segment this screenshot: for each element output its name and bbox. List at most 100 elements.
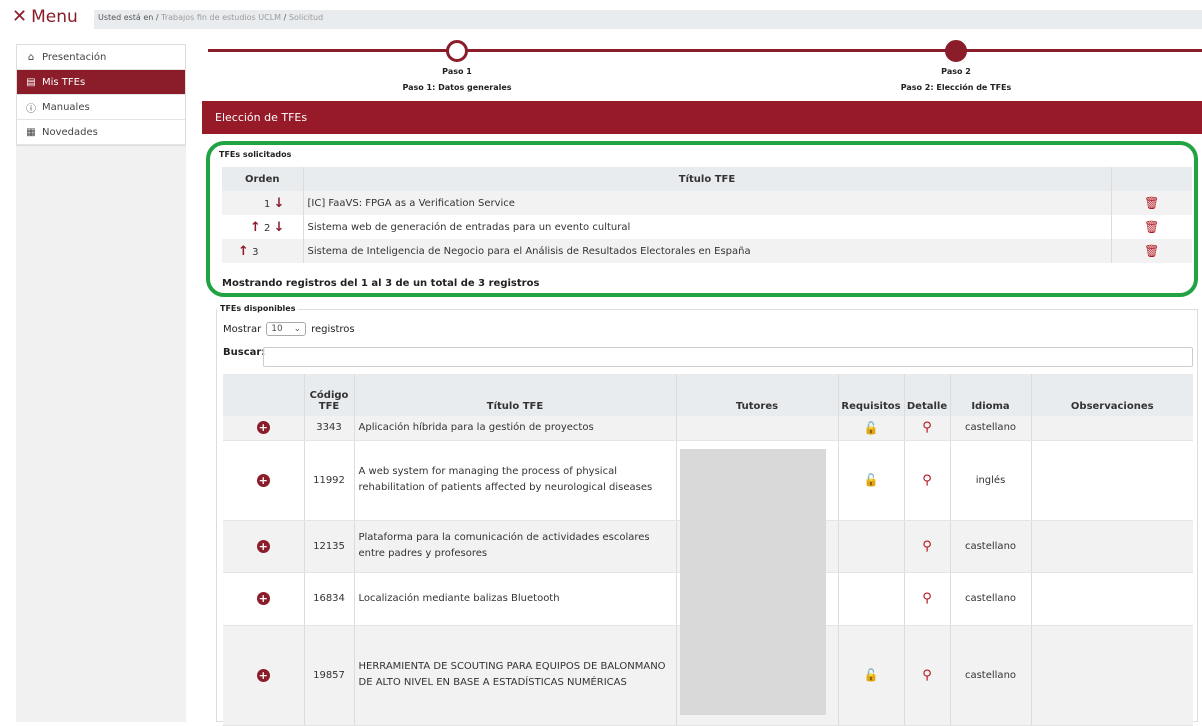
column-header-title[interactable]: Título TFE: [354, 374, 677, 416]
trash-icon[interactable]: 🗑: [1144, 220, 1159, 234]
page-length-value: 10: [271, 324, 283, 334]
search-icon[interactable]: ⚲: [922, 473, 932, 488]
search-icon[interactable]: ⚲: [922, 591, 932, 606]
breadcrumb-separator: /: [283, 13, 287, 22]
column-header-tutors[interactable]: Tutores: [676, 374, 839, 416]
order-number: 2: [264, 222, 271, 234]
arrow-up-icon[interactable]: ↑: [250, 220, 261, 235]
tfe-observations: [1031, 520, 1193, 573]
column-header-code[interactable]: Código TFE: [304, 374, 355, 416]
add-icon[interactable]: +: [256, 668, 270, 682]
step-1-number: Paso 1: [442, 67, 472, 76]
requested-title: [IC] FaaVS: FPGA as a Verification Servi…: [303, 191, 1112, 215]
tfe-tutors: [676, 416, 839, 441]
column-header-order[interactable]: Orden: [222, 167, 304, 191]
search-icon[interactable]: ⚲: [922, 668, 932, 683]
page-length-control: Mostrar 10 ⌄ registros: [223, 322, 355, 336]
requested-table: Orden Título TFE 1 ↓ [IC] FaaVS: FPGA as…: [222, 167, 1192, 263]
arrow-down-icon[interactable]: ↓: [274, 196, 285, 211]
close-icon: ✕: [12, 6, 28, 27]
sidebar-item-novedades[interactable]: ▦ Novedades: [17, 120, 185, 145]
menu-label: Menu: [31, 7, 78, 27]
order-number: 3: [252, 246, 259, 258]
breadcrumb-prefix: Usted está en /: [98, 13, 159, 22]
chevron-down-icon: ⌄: [293, 324, 302, 334]
unlock-icon[interactable]: 🔓: [864, 668, 879, 682]
tfe-code: 19857: [304, 625, 355, 726]
tfe-observations: [1031, 416, 1193, 441]
trash-icon[interactable]: 🗑: [1144, 196, 1159, 210]
unlock-icon[interactable]: 🔓: [864, 421, 879, 435]
trash-icon[interactable]: 🗑: [1144, 244, 1159, 258]
order-number: 1: [264, 198, 271, 210]
news-icon: ▦: [26, 126, 36, 138]
column-header-requirements[interactable]: Requisitos: [838, 374, 905, 416]
sidebar-item-manuales[interactable]: ⓘ Manuales: [17, 95, 185, 120]
tfe-code: 3343: [304, 416, 355, 441]
breadcrumb-current: Solicitud: [288, 13, 324, 22]
search-icon[interactable]: ⚲: [922, 420, 932, 435]
add-icon[interactable]: +: [256, 473, 270, 487]
tfe-observations: [1031, 572, 1193, 626]
column-header-language[interactable]: Idioma: [950, 374, 1032, 416]
info-icon: ⓘ: [26, 103, 36, 115]
search-icon[interactable]: ⚲: [922, 539, 932, 554]
arrow-up-icon[interactable]: ↑: [238, 244, 249, 259]
column-header-detail[interactable]: Detalle: [904, 374, 951, 416]
sidebar-item-presentacion[interactable]: ⌂ Presentación: [17, 45, 185, 70]
tfe-language: castellano: [950, 625, 1032, 726]
requested-title: Sistema web de generación de entradas pa…: [303, 215, 1112, 239]
sidebar-item-label: Mis TFEs: [42, 76, 86, 88]
step-2-label: Paso 2: Elección de TFEs: [900, 83, 1012, 92]
step-1-label: Paso 1: Datos generales: [402, 83, 512, 92]
table-row: ↑ 2 ↓ Sistema web de generación de entra…: [222, 215, 1192, 239]
tfe-code: 16834: [304, 572, 355, 626]
requested-records-info: Mostrando registros del 1 al 3 de un tot…: [222, 278, 540, 289]
tfe-requirements: [838, 572, 905, 626]
column-header-title[interactable]: Título TFE: [303, 167, 1112, 191]
tfe-code: 11992: [304, 440, 355, 521]
sidebar-item-mis-tfes[interactable]: ▤ Mis TFEs: [17, 70, 185, 95]
add-icon[interactable]: +: [256, 421, 270, 435]
arrow-down-icon[interactable]: ↓: [274, 220, 285, 235]
available-legend: TFEs disponibles: [217, 304, 299, 313]
page-length-select[interactable]: 10 ⌄: [266, 322, 307, 336]
wizard-steps: Paso 1 Paso 1: Datos generales Paso 2 Pa…: [202, 40, 1202, 95]
add-icon[interactable]: +: [256, 592, 270, 605]
breadcrumb: Usted está en / Trabajos fin de estudios…: [94, 10, 1202, 29]
unlock-icon[interactable]: 🔓: [864, 473, 879, 487]
add-icon[interactable]: +: [256, 539, 270, 553]
breadcrumb-link-tfe[interactable]: Trabajos fin de estudios UCLM: [161, 13, 281, 22]
document-icon: ▤: [26, 76, 36, 88]
tfe-title: Plataforma para la comunicación de activ…: [354, 520, 677, 573]
records-label: registros: [311, 323, 355, 335]
tfe-language: castellano: [950, 416, 1032, 441]
table-row: + 3343 Aplicación híbrida para la gestió…: [223, 416, 1193, 441]
tfe-requirements: [838, 520, 905, 573]
step-2-number: Paso 2: [941, 67, 971, 76]
requested-legend: TFEs solicitados: [216, 150, 295, 159]
requested-tfes-section: TFEs solicitados Orden Título TFE 1 ↓ [I…: [216, 150, 1196, 295]
panel-title: Elección de TFEs: [202, 101, 1202, 134]
table-row: 1 ↓ [IC] FaaVS: FPGA as a Verification S…: [222, 191, 1192, 215]
tfe-title: A web system for managing the process of…: [354, 440, 677, 521]
tfe-observations: [1031, 440, 1193, 521]
tfe-title: HERRAMIENTA DE SCOUTING PARA EQUIPOS DE …: [354, 625, 677, 726]
column-header-observations[interactable]: Observaciones: [1031, 374, 1193, 416]
order-cell: ↑ 3: [222, 239, 304, 263]
sidebar-item-label: Manuales: [42, 101, 90, 113]
menu-button[interactable]: ✕ Menu: [12, 6, 78, 27]
tfe-code: 12135: [304, 520, 355, 573]
sidebar-menu: ⌂ Presentación ▤ Mis TFEs ⓘ Manuales ▦ N…: [16, 44, 186, 146]
show-label: Mostrar: [223, 323, 262, 335]
top-bar: ✕ Menu Usted está en / Trabajos fin de es…: [0, 0, 1202, 30]
tfe-title: Localización mediante balizas Bluetooth: [354, 572, 677, 626]
step-1-indicator[interactable]: [446, 40, 468, 62]
search-input[interactable]: [263, 347, 1193, 367]
tfe-observations: [1031, 625, 1193, 726]
sidebar-item-label: Novedades: [42, 126, 98, 138]
tfe-language: castellano: [950, 572, 1032, 626]
step-2-indicator[interactable]: [945, 40, 967, 62]
tfe-language: inglés: [950, 440, 1032, 521]
column-header-add: [223, 374, 305, 416]
